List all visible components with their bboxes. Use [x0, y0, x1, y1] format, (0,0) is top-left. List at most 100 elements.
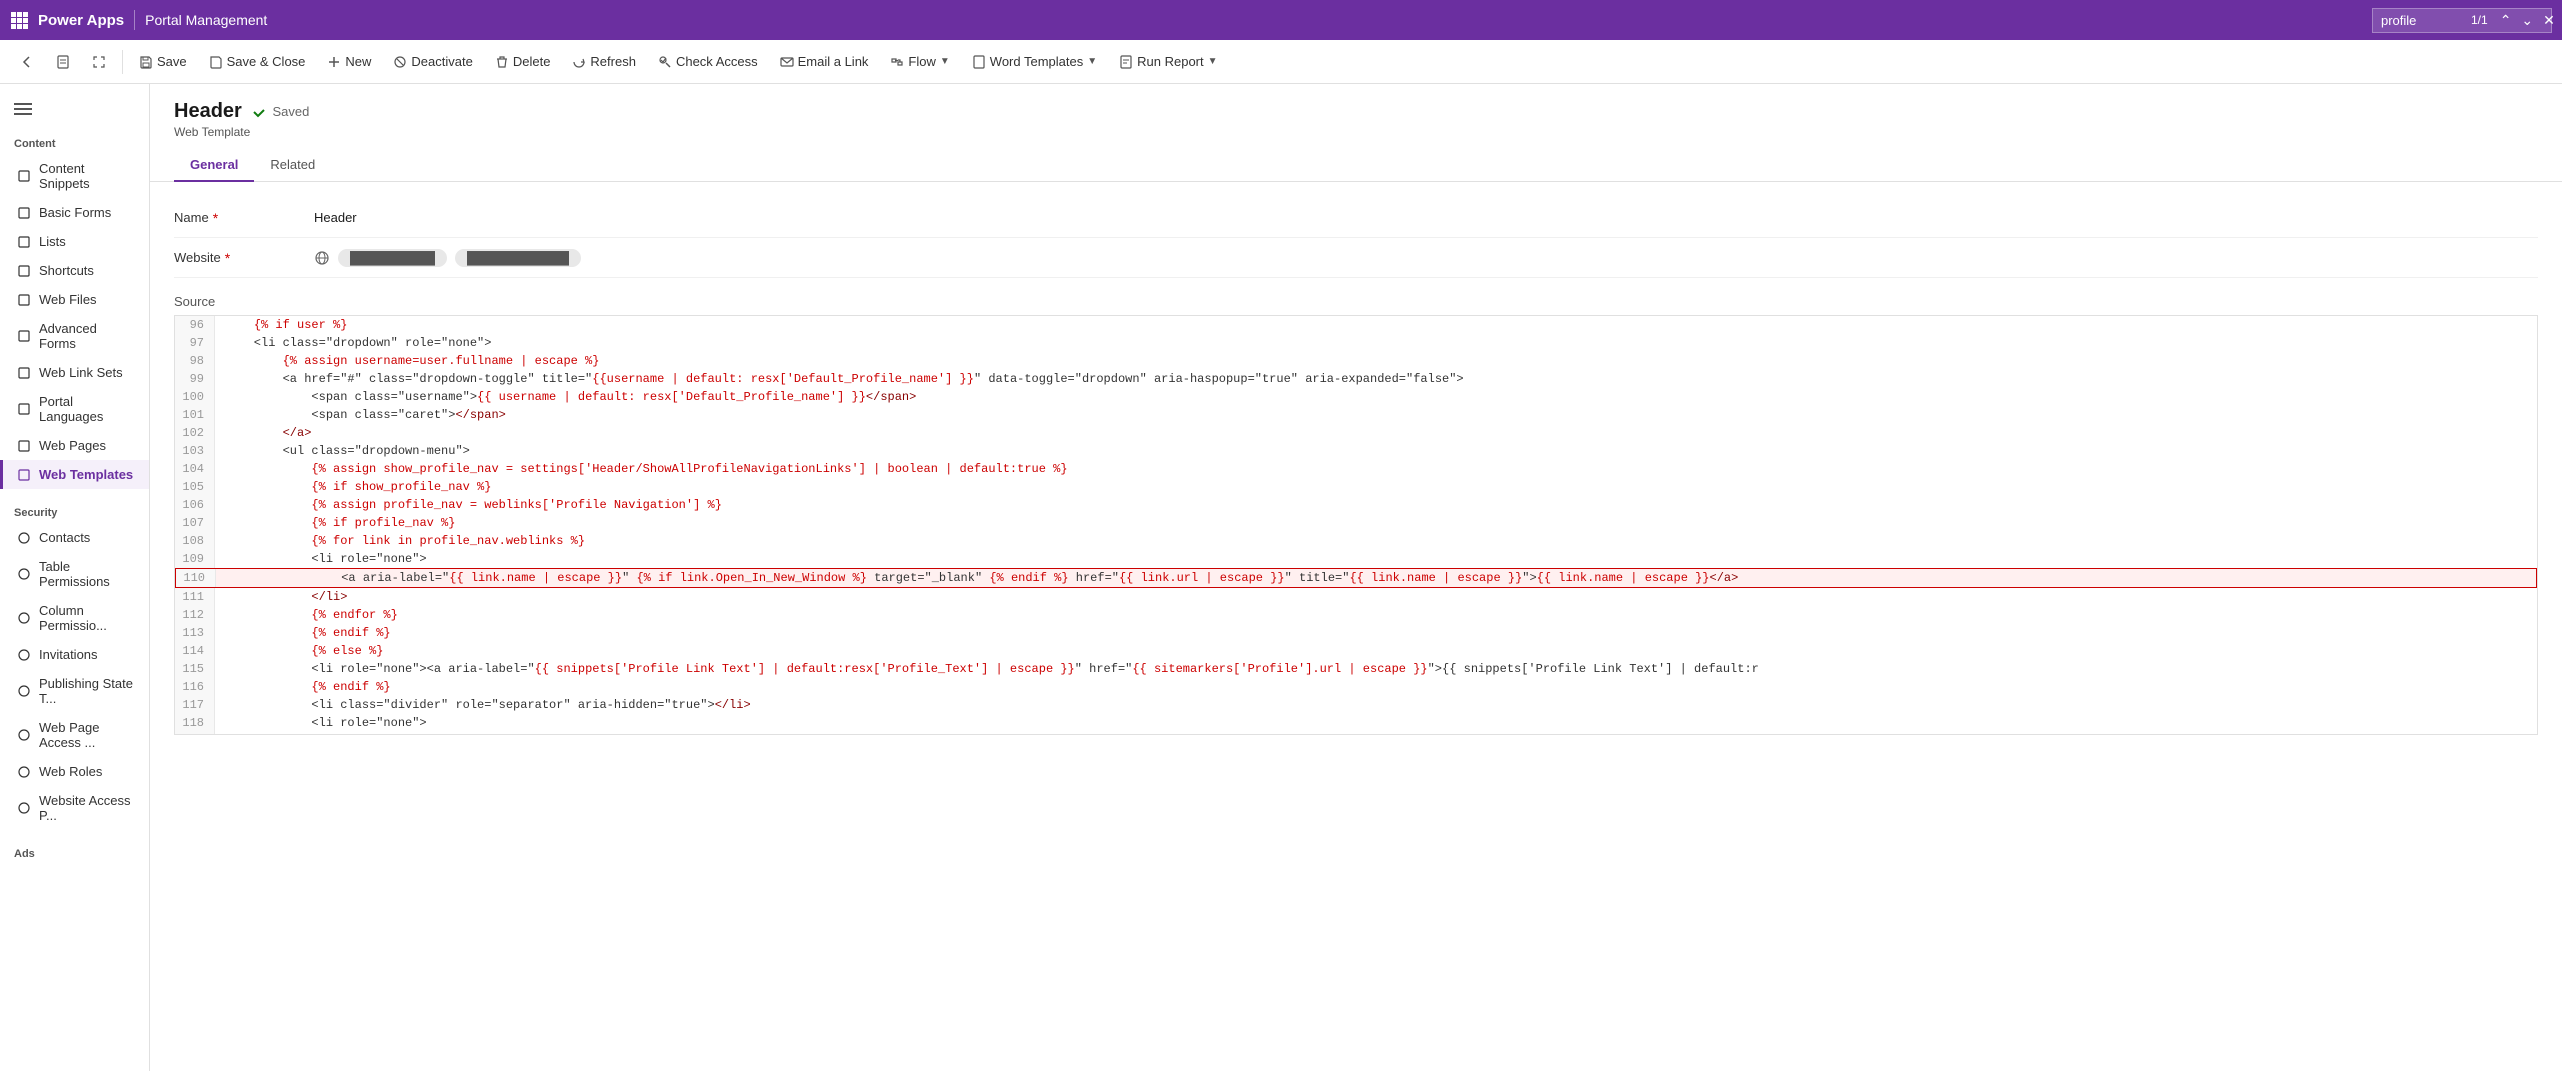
run-report-button[interactable]: Run Report ▼ [1109, 49, 1227, 74]
search-input[interactable] [2381, 13, 2461, 28]
email-icon [780, 55, 794, 69]
advanced-forms-icon [17, 329, 31, 343]
search-next-button[interactable]: ⌄ [2519, 12, 2535, 29]
new-icon [327, 55, 341, 69]
line-number-109: 109 [175, 550, 215, 568]
search-prev-button[interactable]: ⌃ [2498, 12, 2514, 29]
saved-icon [252, 105, 266, 119]
new-label: New [345, 54, 371, 69]
web-roles-icon [17, 765, 31, 779]
deactivate-button[interactable]: Deactivate [383, 49, 482, 74]
sidebar-item-web-roles[interactable]: Web Roles [0, 757, 149, 786]
line-number-118: 118 [175, 714, 215, 732]
website-val-2: ████████████ [455, 249, 581, 267]
name-value: Header [314, 210, 2538, 225]
code-line-117: 117 <li class="divider" role="separator"… [175, 696, 2537, 714]
sidebar-item-content-snippets[interactable]: Content Snippets [0, 154, 149, 198]
line-number-111: 111 [175, 588, 215, 606]
form-section: Name * Header Website * ██████████ █████… [150, 182, 2562, 294]
sidebar-item-column-permissions[interactable]: Column Permissio... [0, 596, 149, 640]
code-line-103: 103 <ul class="dropdown-menu"> [175, 442, 2537, 460]
record-header: Header Saved Web Template [150, 84, 2562, 149]
line-code-118: <li role="none"> [215, 714, 2537, 732]
line-number-115: 115 [175, 660, 215, 678]
line-code-97: <li class="dropdown" role="none"> [215, 334, 2537, 352]
code-line-96: 96 {% if user %} [175, 316, 2537, 334]
line-number-110: 110 [176, 569, 216, 587]
website-val-1: ██████████ [338, 249, 447, 267]
page-icon-button[interactable] [46, 50, 80, 74]
website-label: Website * [174, 250, 314, 266]
code-line-108: 108 {% for link in profile_nav.weblinks … [175, 532, 2537, 550]
basic-forms-icon [17, 206, 31, 220]
line-code-102: </a> [215, 424, 2537, 442]
name-required: * [213, 210, 218, 226]
sidebar-item-portal-languages[interactable]: Portal Languages [0, 387, 149, 431]
website-value: ██████████ ████████████ [314, 249, 2538, 267]
refresh-icon [572, 55, 586, 69]
expand-button[interactable] [82, 50, 116, 74]
refresh-button[interactable]: Refresh [562, 49, 646, 74]
line-number-102: 102 [175, 424, 215, 442]
word-templates-button[interactable]: Word Templates ▼ [962, 49, 1107, 74]
run-report-label: Run Report [1137, 54, 1203, 69]
form-row-name: Name * Header [174, 198, 2538, 238]
record-title: Header [174, 100, 242, 123]
flow-button[interactable]: Flow ▼ [880, 49, 959, 74]
line-code-96: {% if user %} [215, 316, 2537, 334]
sidebar-item-web-link-sets[interactable]: Web Link Sets [0, 358, 149, 387]
sidebar-item-invitations[interactable]: Invitations [0, 640, 149, 669]
sidebar-item-publishing-state[interactable]: Publishing State T... [0, 669, 149, 713]
sidebar-item-web-files[interactable]: Web Files [0, 285, 149, 314]
security-section-label: Security [0, 497, 149, 523]
code-line-118: 118 <li role="none"> [175, 714, 2537, 732]
line-code-109: <li role="none"> [215, 550, 2537, 568]
sidebar-item-shortcuts[interactable]: Shortcuts [0, 256, 149, 285]
sidebar-item-web-templates[interactable]: Web Templates [0, 460, 149, 489]
line-number-96: 96 [175, 316, 215, 334]
save-close-label: Save & Close [227, 54, 306, 69]
check-access-label: Check Access [676, 54, 758, 69]
sidebar-item-web-pages[interactable]: Web Pages [0, 431, 149, 460]
globe-icon [314, 250, 330, 266]
search-close-button[interactable]: ✕ [2541, 12, 2557, 29]
name-text: Header [314, 210, 357, 225]
line-number-99: 99 [175, 370, 215, 388]
sidebar-item-contacts[interactable]: Contacts [0, 523, 149, 552]
save-button[interactable]: Save [129, 49, 197, 74]
line-number-104: 104 [175, 460, 215, 478]
apps-grid-button[interactable] [10, 11, 28, 29]
sidebar-item-advanced-forms[interactable]: Advanced Forms [0, 314, 149, 358]
check-access-button[interactable]: Check Access [648, 49, 768, 74]
top-bar: Power Apps Portal Management 1/1 ⌃ ⌄ ✕ [0, 0, 2562, 40]
word-templates-icon [972, 55, 986, 69]
sidebar-item-table-permissions[interactable]: Table Permissions [0, 552, 149, 596]
code-line-111: 111 </li> [175, 588, 2537, 606]
sidebar-item-web-page-access[interactable]: Web Page Access ... [0, 713, 149, 757]
new-button[interactable]: New [317, 49, 381, 74]
back-button[interactable] [10, 50, 44, 74]
code-line-112: 112 {% endfor %} [175, 606, 2537, 624]
sidebar-toggle[interactable] [0, 94, 149, 128]
tab-general[interactable]: General [174, 149, 254, 182]
line-code-117: <li class="divider" role="separator" ari… [215, 696, 2537, 714]
content-section-label: Content [0, 128, 149, 154]
search-box[interactable]: 1/1 ⌃ ⌄ ✕ [2372, 8, 2552, 33]
sidebar-item-lists[interactable]: Lists [0, 227, 149, 256]
delete-button[interactable]: Delete [485, 49, 561, 74]
line-code-119: <a aria-label="{{ snippets['links/logout… [215, 732, 2537, 735]
email-link-button[interactable]: Email a Link [770, 49, 879, 74]
web-pages-icon [17, 439, 31, 453]
line-number-103: 103 [175, 442, 215, 460]
table-permissions-icon [17, 567, 31, 581]
save-close-button[interactable]: Save & Close [199, 49, 316, 74]
code-editor[interactable]: 96 {% if user %}97 <li class="dropdown" … [174, 315, 2538, 735]
code-line-114: 114 {% else %} [175, 642, 2537, 660]
name-label: Name * [174, 210, 314, 226]
app-name: Power Apps [38, 12, 124, 29]
line-code-112: {% endfor %} [215, 606, 2537, 624]
sidebar-item-website-access[interactable]: Website Access P... [0, 786, 149, 830]
tab-related[interactable]: Related [254, 149, 331, 182]
grid-icon [10, 11, 28, 29]
sidebar-item-basic-forms[interactable]: Basic Forms [0, 198, 149, 227]
